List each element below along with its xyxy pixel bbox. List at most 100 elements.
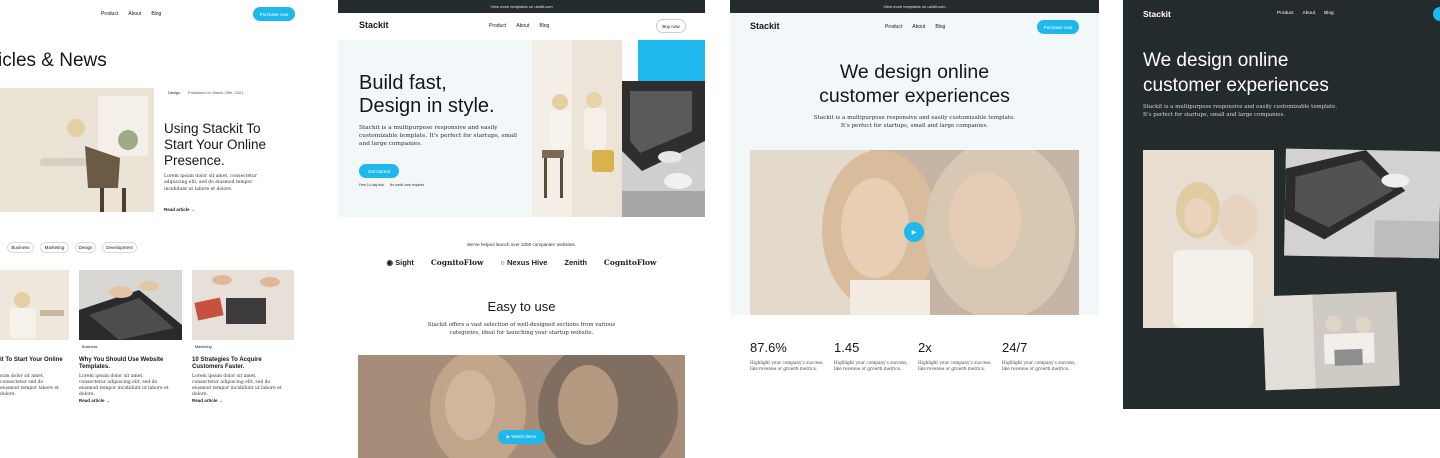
nav-product[interactable]: Product — [885, 24, 902, 30]
nav-blog[interactable]: Blog — [1324, 11, 1334, 16]
laptop-hands-photo — [622, 81, 705, 217]
hero-title-line2: customer experiences — [1143, 75, 1329, 96]
trial-note: Free 14-day trial No credit card require… — [359, 183, 424, 187]
card3-image[interactable] — [192, 270, 294, 340]
nav-product[interactable]: Product — [1277, 11, 1294, 16]
client-logos: ◉ Sight CognitoFlow ○ Nexus Hive Zenith … — [338, 258, 705, 267]
desk-photo — [192, 270, 294, 340]
logos-caption: We've helped launch over 1000 companies'… — [467, 242, 576, 247]
card2-tag[interactable]: Business — [82, 345, 97, 349]
card3-title[interactable]: 10 Strategies To Acquire Customers Faste… — [192, 357, 292, 371]
template-showcase: Product About Blog Purchase now icles & … — [0, 0, 1440, 458]
stat-value: 2x — [918, 340, 932, 355]
hero-body-line2: It's perfect for startups, small and lar… — [1143, 112, 1285, 118]
logo-nexus-hive: ○ Nexus Hive — [500, 258, 548, 267]
stat-value: 87.6% — [750, 340, 787, 355]
card2-read-link[interactable]: Read article → — [79, 398, 110, 403]
nav-product[interactable]: Product — [101, 11, 118, 17]
logo[interactable]: Stackit — [750, 21, 780, 31]
filter-development[interactable]: Development — [102, 242, 137, 253]
woman-portrait-photo — [1143, 150, 1274, 328]
page-title: icles & News — [0, 50, 107, 71]
featured-title[interactable]: Using Stackit To Start Your Online Prese… — [164, 121, 284, 169]
banner-text[interactable]: View more templates on uiddit.com — [883, 4, 945, 9]
filter-marketing[interactable]: Marketing — [40, 242, 69, 253]
logo-cognitoflow-2: CognitoFlow — [603, 258, 657, 267]
purchase-now-button[interactable]: Purchase now — [253, 7, 295, 21]
hero-title-line2: Design in style. — [359, 95, 495, 117]
featured-date: Published on March 29th, 2021 — [188, 90, 244, 95]
banner-text[interactable]: View more templates on uiddit.com — [490, 4, 552, 9]
card1-image[interactable] — [0, 270, 69, 340]
card2-title[interactable]: Why You Should Use Website Templates. — [79, 357, 179, 371]
hero-accent-block — [638, 40, 705, 81]
card3-tag[interactable]: Marketing — [195, 345, 212, 349]
card1-excerpt: sum dolor sit amet, consectetur sed do e… — [0, 374, 59, 397]
logo-cognitoflow: CognitoFlow — [430, 258, 484, 267]
panel-design-light: View more templates on uiddit.com Stacki… — [730, 0, 1099, 458]
ring-icon: ○ — [500, 258, 505, 267]
stat-value: 24/7 — [1002, 340, 1028, 355]
nav-blog[interactable]: Blog — [935, 24, 945, 30]
hero-image-left — [532, 40, 622, 217]
panel1-nav: Product About Blog — [101, 11, 161, 17]
buy-now-button[interactable]: Buy now — [656, 19, 686, 33]
panel-articles: Product About Blog Purchase now icles & … — [0, 0, 315, 458]
card3-excerpt: Lorem ipsum dolor sit amet, consectetur … — [192, 374, 282, 397]
stat-item: 87.6% Highlight your company's success, … — [750, 340, 834, 371]
get-started-button[interactable]: Get started — [359, 164, 399, 178]
stat-item: 1.45 Highlight your company's success, l… — [834, 340, 918, 371]
featured-excerpt: Lorem ipsum dolor sit amet, consectetur … — [164, 174, 257, 192]
hero-title-line1: We design online — [1143, 50, 1289, 71]
women-meeting-photo — [532, 40, 622, 217]
filter-business[interactable]: Business — [7, 242, 34, 253]
stat-desc: Highlight your company's success, like r… — [834, 360, 908, 371]
nav-about[interactable]: About — [516, 23, 529, 29]
collage-image-3 — [1262, 291, 1400, 391]
card3-read-link[interactable]: Read article → — [192, 398, 223, 403]
nav-blog[interactable]: Blog — [151, 11, 161, 17]
logo-zenith: Zenith — [564, 258, 587, 267]
hero-body-line1: Stackit is a multipurpose responsive and… — [813, 115, 1016, 121]
section-body: Stackit offers a vast selection of well-… — [427, 322, 616, 336]
filter-design[interactable]: Design — [75, 242, 96, 253]
top-banner[interactable]: View more templates on uiddit.com — [730, 0, 1099, 13]
woman-in-chair-illustration — [0, 88, 154, 212]
featured-image — [0, 88, 154, 212]
featured-tag[interactable]: Design — [168, 90, 180, 95]
hero-title-line1: We design online — [839, 61, 990, 83]
play-button[interactable]: ▶ — [904, 222, 924, 242]
nav-about[interactable]: About — [912, 24, 925, 30]
stat-desc: Highlight your company's success, like r… — [1002, 360, 1076, 371]
collage-image-2 — [1284, 148, 1440, 259]
card2-image[interactable] — [79, 270, 182, 340]
nav-blog[interactable]: Blog — [539, 23, 549, 29]
hero-title-line1: Build fast, — [359, 72, 447, 94]
stat-item: 2x Highlight your company's success, lik… — [918, 340, 1002, 371]
nav-about[interactable]: About — [128, 11, 141, 17]
collage-image-1 — [1143, 150, 1274, 328]
women-laptop-photo — [1262, 291, 1400, 391]
laptop-photo — [79, 270, 182, 340]
nav-product[interactable]: Product — [489, 23, 506, 29]
hero-title-line2: customer experiences — [819, 85, 1010, 107]
purchase-now-button[interactable] — [1433, 7, 1440, 21]
nav-about[interactable]: About — [1303, 11, 1316, 16]
panel-build-fast: View more templates on uiddit.com Stacki… — [338, 0, 705, 458]
trial-note-2: No credit card required — [389, 183, 425, 187]
stat-item: 24/7 Highlight your company's success, l… — [1002, 340, 1086, 371]
hero-image-right — [622, 81, 705, 217]
hero-body: Stackit is a multipurpose responsive and… — [359, 125, 517, 147]
top-banner[interactable]: View more templates on uiddit.com — [338, 0, 705, 13]
stats-row: 87.6% Highlight your company's success, … — [750, 340, 1090, 371]
purchase-now-button[interactable]: Purchase now — [1037, 20, 1079, 34]
card1-title[interactable]: it To Start Your Online — [0, 357, 70, 363]
featured-read-link[interactable]: Read article → — [164, 207, 195, 212]
hero-body-line2: It's perfect for startups, small and lar… — [840, 123, 989, 129]
watch-demo-button[interactable]: ▶ Watch demo — [498, 430, 545, 444]
stat-desc: Highlight your company's success, like r… — [918, 360, 992, 371]
stat-desc: Highlight your company's success, like r… — [750, 360, 824, 371]
logo[interactable]: Stackit — [359, 20, 389, 30]
card2-excerpt: Lorem ipsum dolor sit amet, consectetur … — [79, 374, 169, 397]
logo[interactable]: Stackit — [1143, 9, 1171, 19]
